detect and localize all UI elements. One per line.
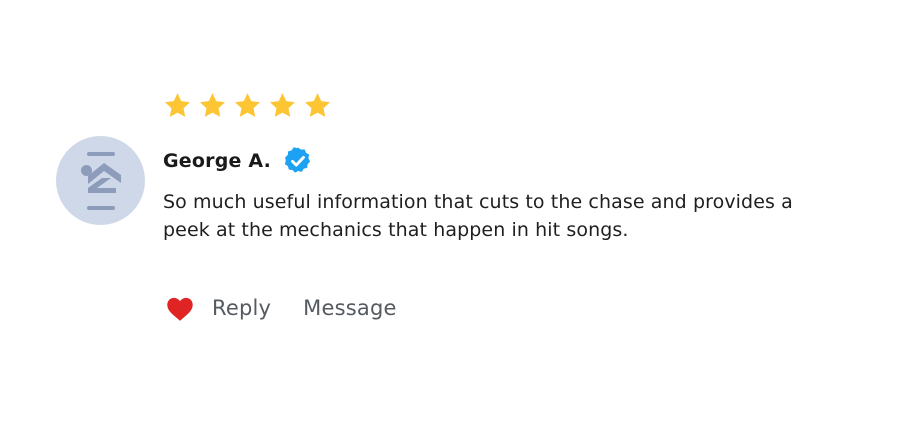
review-card: George A. So much useful information tha… [0,0,898,421]
message-button[interactable]: Message [303,296,396,320]
verified-badge-icon [283,146,313,176]
avatar [56,136,145,225]
reply-button[interactable]: Reply [212,296,271,320]
star-rating [163,91,332,120]
star-icon [233,91,262,120]
reviewer-name: George A. [163,150,272,172]
reviewer-header: George A. [163,146,313,176]
star-icon [163,91,192,120]
review-actions: Reply Message [164,292,429,324]
review-text: So much useful information that cuts to … [163,191,793,241]
heart-icon[interactable] [164,294,196,322]
star-icon [268,91,297,120]
star-icon [303,91,332,120]
default-avatar-icon [81,152,121,210]
star-icon [198,91,227,120]
